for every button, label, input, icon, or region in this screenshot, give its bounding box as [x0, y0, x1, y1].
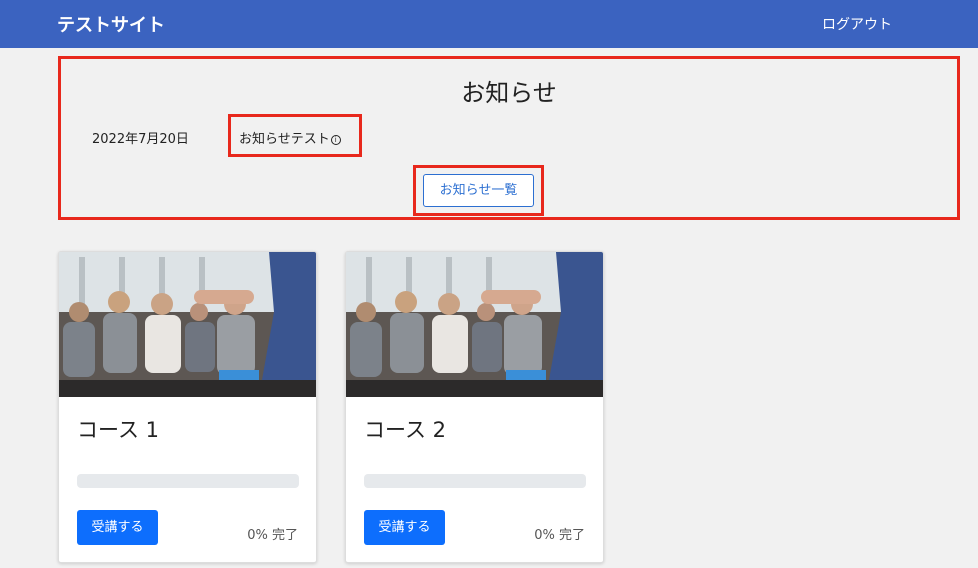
notice-list-highlight: お知らせ一覧	[413, 165, 544, 216]
course-title[interactable]: コース 2	[364, 414, 446, 444]
navbar: テストサイト ログアウト	[0, 0, 978, 48]
course-progress-bar	[364, 474, 586, 488]
logout-link[interactable]: ログアウト	[822, 14, 892, 34]
completion-status: 0% 完了	[247, 528, 298, 543]
course-progress-bar	[77, 474, 299, 488]
enroll-button[interactable]: 受講する	[77, 510, 158, 545]
notice-item-highlight: お知らせテスト i	[228, 114, 362, 157]
notice-heading: お知らせ	[461, 79, 557, 107]
enroll-button[interactable]: 受講する	[364, 510, 445, 545]
info-circle-icon: i	[330, 135, 341, 145]
course-image	[346, 252, 603, 397]
course-card: コース 1 受講する 0% 完了	[58, 251, 317, 563]
notice-section: お知らせ 2022年7月20日 お知らせテスト i お知らせ一覧	[58, 56, 960, 220]
course-title[interactable]: コース 1	[77, 414, 159, 444]
notice-item-link[interactable]: お知らせテスト i	[239, 128, 341, 147]
course-card: コース 2 受講する 0% 完了	[345, 251, 604, 563]
notice-item-label: お知らせテスト	[239, 132, 330, 147]
notice-date: 2022年7月20日	[92, 132, 189, 147]
course-image	[59, 252, 316, 397]
site-brand[interactable]: テストサイト	[57, 11, 165, 37]
completion-status: 0% 完了	[534, 528, 585, 543]
notice-list-button[interactable]: お知らせ一覧	[423, 174, 534, 207]
